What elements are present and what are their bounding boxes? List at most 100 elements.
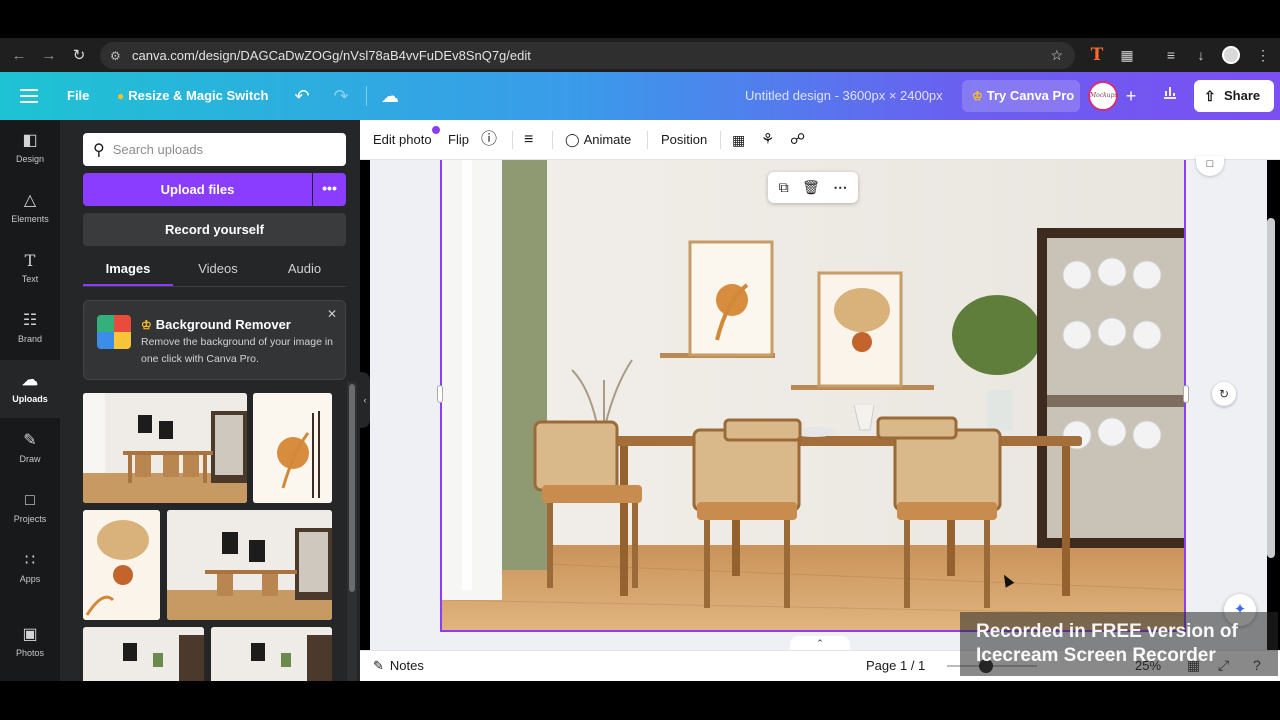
rail-item-uploads[interactable]: ☁ Uploads [0,360,60,418]
workspace-scrollbar[interactable] [1267,218,1275,558]
lock-icon[interactable]: ☍ [790,120,805,160]
notes-label: Notes [389,658,424,673]
upload-thumbnail-dining-room-2[interactable] [167,510,332,620]
cloud-upload-icon: ☁ [22,372,38,389]
rail-label: Draw [19,454,41,464]
tab-images[interactable]: Images [83,254,173,286]
document-title[interactable]: Untitled design - 3600px × 2400px [745,72,943,120]
rail-item-draw[interactable]: ✎ Draw [0,420,60,478]
site-settings-icon[interactable]: ⚙ [110,49,130,63]
rail-label: Brand [17,334,43,344]
animate-label: Animate [583,132,632,147]
new-feature-dot [432,126,440,134]
leaf-art-image [253,393,332,503]
dining-room-photo[interactable] [442,160,1186,632]
forward-icon[interactable]: → [34,40,64,70]
download-icon[interactable]: ↓ [1188,38,1214,72]
resize-label: Resize & Magic Switch [128,88,269,103]
promo-title: ♔ Background Remover [141,317,291,332]
cloud-save-icon[interactable]: ☁ [377,84,403,108]
uploads-panel: ⚲ Upload files ••• Record yourself Image… [60,120,360,681]
trash-icon[interactable]: 🗑 [802,179,820,196]
tabs-divider [83,286,346,287]
rail-item-text[interactable]: T Text [0,240,60,298]
more-options-icon[interactable]: ⋯ [833,179,847,196]
url-text: canva.com/design/DAGCaDwZOGg/nVsl78aB4vv… [132,48,531,63]
tab-audio[interactable]: Audio [263,254,346,286]
extension-t-icon[interactable]: T [1084,38,1110,72]
record-yourself-button[interactable]: Record yourself [83,213,346,246]
promo-title-text: Background Remover [155,317,291,332]
shapes-icon: △ [23,192,37,209]
upload-thumbnail-dining-room-4[interactable] [211,627,332,681]
design-canvas[interactable] [440,160,1186,632]
crown-icon: ● [117,89,125,103]
info-icon[interactable]: ⓘ [481,120,497,160]
flip-button[interactable]: Flip [448,120,469,160]
rotate-icon[interactable]: ↻ [1212,382,1236,406]
notes-button[interactable]: ✎ Notes [373,651,424,682]
upload-files-button[interactable]: Upload files [83,173,312,206]
share-label: Share [1224,88,1261,103]
rail-item-apps[interactable]: ∷ Apps [0,540,60,598]
collapse-panel-handle[interactable]: ‹ [360,372,370,428]
resize-handle-right[interactable] [1183,385,1189,403]
watermark-line-1: Recorded in FREE version of [976,621,1238,642]
redo-icon[interactable]: ↷ [328,84,354,108]
back-icon[interactable]: ← [4,40,34,70]
upload-options-icon[interactable]: ••• [313,173,346,206]
tab-videos[interactable]: Videos [173,254,263,286]
address-bar[interactable]: ⚙ canva.com/design/DAGCaDwZOGg/nVsl78aB4… [100,42,1075,69]
rail-label: Text [21,274,39,284]
pen-icon: ✎ [23,432,37,449]
element-quick-actions: ⧉ 🗑 ⋯ [768,172,858,203]
resize-magic-switch-button[interactable]: ● Resize & Magic Switch [117,72,268,120]
layout-icon: ◧ [22,132,38,149]
animate-button[interactable]: ◯ Animate [565,120,631,160]
paint-roller-icon[interactable]: ⚘ [761,120,774,160]
border-style-icon[interactable]: ≡ [524,120,533,160]
rail-item-brand[interactable]: ☷ Brand [0,300,60,358]
rail-item-design[interactable]: ◧ Design [0,120,60,178]
upload-thumbnail-leaf-art[interactable] [253,393,332,503]
position-button[interactable]: Position [661,120,707,160]
background-remover-promo[interactable]: ♔ Background Remover Remove the backgroun… [83,300,346,380]
rail-label: Elements [11,214,49,224]
media-tabs: Images Videos Audio [83,254,346,288]
search-input[interactable] [112,142,333,157]
add-collaborator-icon[interactable]: + [1120,83,1142,109]
menu-icon[interactable] [18,86,40,106]
upload-thumbnail-dining-room[interactable] [83,393,247,503]
close-icon[interactable]: ✕ [327,307,337,321]
file-menu[interactable]: File [67,72,89,120]
left-rail: ◧ Design △ Elements T Text ☷ Brand ☁ Uploads … [0,120,60,681]
rail-item-photos[interactable]: ▣ Photos [0,614,60,672]
analytics-icon[interactable] [1156,82,1184,110]
brand-icon: ☷ [22,312,38,329]
reload-icon[interactable]: ↻ [64,40,94,70]
share-button[interactable]: ⇧ Share [1194,80,1274,112]
brand-logo-avatar[interactable]: Mockups [1088,81,1118,111]
show-pages-chevron-icon[interactable]: ⌃ [790,636,850,650]
panel-scrollbar-thumb[interactable] [349,384,355,592]
try-canva-pro-button[interactable]: ♔ Try Canva Pro [962,80,1080,112]
edit-photo-button[interactable]: Edit photo [373,120,432,160]
duplicate-icon[interactable]: ⧉ [779,179,789,196]
upload-thumbnail-dining-room-3[interactable] [83,627,204,681]
profile-avatar[interactable] [1218,38,1244,72]
search-box[interactable]: ⚲ [83,133,346,166]
page-indicator[interactable]: Page 1 / 1 [866,651,925,682]
rail-item-projects[interactable]: □ Projects [0,480,60,538]
undo-icon[interactable]: ↶ [289,84,315,108]
extensions-puzzle-icon[interactable]: ▦ [1114,38,1140,72]
upload-thumbnail-monstera-art[interactable] [83,510,160,620]
transparency-icon[interactable]: ▦ [732,120,745,160]
bookmark-star-icon[interactable]: ☆ [1050,47,1063,64]
context-toolbar: Edit photo Flip ⓘ ≡ ◯ Animate Position ▦ … [360,120,1280,160]
crown-icon: ♔ [141,318,152,332]
browser-menu-icon[interactable]: ⋮ [1250,38,1276,72]
rail-item-elements[interactable]: △ Elements [0,180,60,238]
resize-handle-left[interactable] [437,385,443,403]
reading-list-icon[interactable]: ≡ [1158,38,1184,72]
watermark-line-2: Icecream Screen Recorder [976,645,1216,666]
